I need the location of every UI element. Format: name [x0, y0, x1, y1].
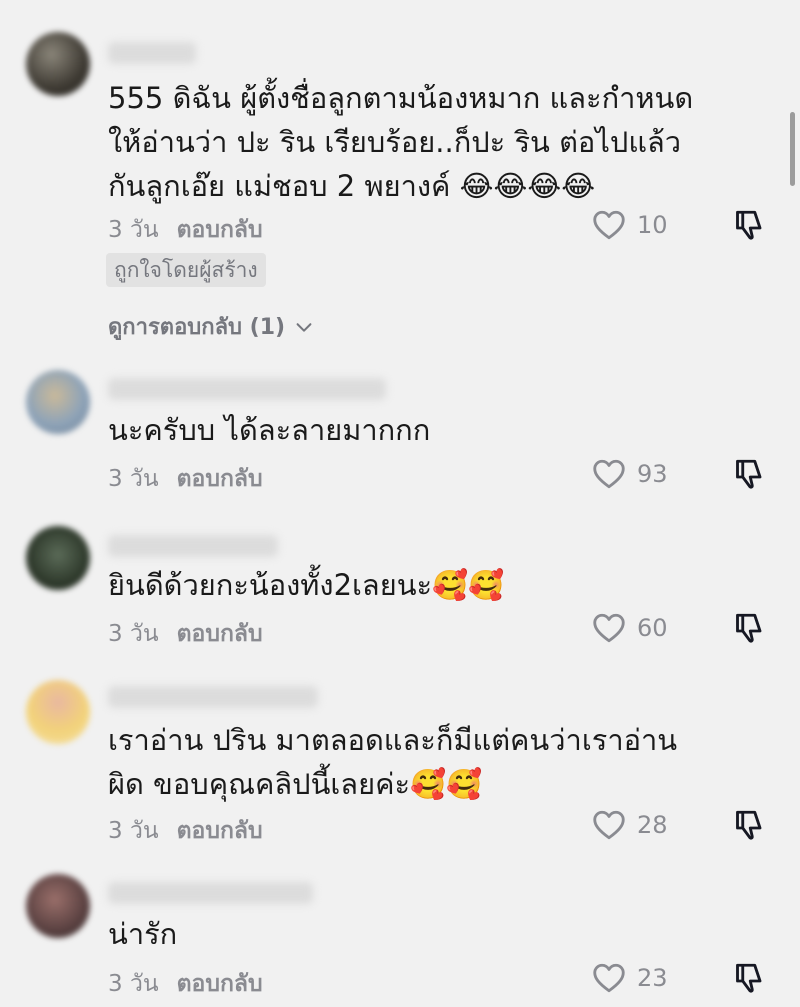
- username[interactable]: [108, 535, 278, 557]
- reply-button[interactable]: ตอบกลับ: [177, 971, 263, 997]
- comment-time: 3 วัน: [108, 621, 159, 647]
- comment-text-line: ผิด ขอบคุณคลิปนี้เลยค่ะ🥰🥰: [108, 767, 483, 801]
- like-button[interactable]: 28: [591, 807, 668, 843]
- comment-meta: 3 วัน ตอบกลับ: [108, 212, 263, 248]
- comment-meta: 3 วัน ตอบกลับ: [108, 616, 263, 652]
- comment-text: น่ารัก: [108, 912, 708, 956]
- like-count: 23: [637, 964, 668, 992]
- avatar[interactable]: [26, 874, 90, 938]
- view-replies-button[interactable]: ดูการตอบกลับ (1): [108, 309, 315, 344]
- thumbs-down-outline-icon[interactable]: [733, 456, 769, 492]
- chevron-down-icon: [296, 322, 312, 332]
- comment-text: ยินดีด้วยกะน้องทั้ง2เลยนะ🥰🥰: [108, 563, 708, 607]
- like-count: 60: [637, 614, 668, 642]
- comment-time: 3 วัน: [108, 971, 159, 997]
- comment-text: 555 ดิฉัน ผู้ตั้งชื่อลูกตามน้องหมาก และก…: [108, 76, 708, 208]
- heart-outline-icon: [593, 810, 625, 840]
- comment-text-line: เราอ่าน ปริน มาตลอดและก็มีแต่คนว่าเราอ่า…: [108, 723, 678, 757]
- avatar[interactable]: [26, 370, 90, 434]
- comment-meta: 3 วัน ตอบกลับ: [108, 813, 263, 849]
- comment-text-line: กันลูกเอ๊ย แม่ชอบ 2 พยางค์ 😂😂😂😂: [108, 169, 596, 203]
- like-button[interactable]: 60: [591, 610, 668, 646]
- reply-button[interactable]: ตอบกลับ: [177, 466, 263, 492]
- comment-text-line: ให้อ่านว่า ปะ ริน เรียบร้อย..ก็ปะ ริน ต่…: [108, 125, 682, 159]
- username[interactable]: [108, 882, 313, 904]
- username[interactable]: [108, 42, 196, 64]
- scrollbar[interactable]: [790, 112, 795, 186]
- reply-button[interactable]: ตอบกลับ: [177, 818, 263, 844]
- reply-button[interactable]: ตอบกลับ: [177, 621, 263, 647]
- heart-outline-icon: [593, 459, 625, 489]
- heart-outline-icon: [593, 613, 625, 643]
- like-button[interactable]: 23: [591, 960, 668, 996]
- comment-meta: 3 วัน ตอบกลับ: [108, 461, 263, 497]
- view-replies-label: ดูการตอบกลับ (1): [108, 315, 286, 340]
- heart-outline-icon: [593, 210, 625, 240]
- thumbs-down-outline-icon[interactable]: [733, 960, 769, 996]
- comment-time: 3 วัน: [108, 217, 159, 243]
- username[interactable]: [108, 686, 318, 708]
- avatar[interactable]: [26, 526, 90, 590]
- comment-time: 3 วัน: [108, 818, 159, 844]
- heart-outline-icon: [593, 963, 625, 993]
- comment-text-line: นะครับบ ได้ละลายมากกก: [108, 413, 431, 447]
- comment-meta: 3 วัน ตอบกลับ: [108, 966, 263, 1002]
- username[interactable]: [108, 378, 386, 400]
- like-count: 28: [637, 811, 668, 839]
- avatar[interactable]: [26, 680, 90, 744]
- like-count: 93: [637, 460, 668, 488]
- comment-text-line: 555 ดิฉัน ผู้ตั้งชื่อลูกตามน้องหมาก และก…: [108, 81, 694, 115]
- comment-text: นะครับบ ได้ละลายมากกก: [108, 408, 708, 452]
- comment-text-line: น่ารัก: [108, 917, 178, 951]
- like-button[interactable]: 10: [591, 207, 668, 243]
- comment-time: 3 วัน: [108, 466, 159, 492]
- comment-text: เราอ่าน ปริน มาตลอดและก็มีแต่คนว่าเราอ่า…: [108, 718, 708, 806]
- thumbs-down-outline-icon[interactable]: [733, 610, 769, 646]
- like-count: 10: [637, 211, 668, 239]
- thumbs-down-outline-icon[interactable]: [733, 807, 769, 843]
- liked-by-creator-badge: ถูกใจโดยผู้สร้าง: [106, 253, 266, 287]
- like-button[interactable]: 93: [591, 456, 668, 492]
- reply-button[interactable]: ตอบกลับ: [177, 217, 263, 243]
- thumbs-down-outline-icon[interactable]: [733, 207, 769, 243]
- comment-text-line: ยินดีด้วยกะน้องทั้ง2เลยนะ🥰🥰: [108, 568, 505, 602]
- avatar[interactable]: [26, 32, 90, 96]
